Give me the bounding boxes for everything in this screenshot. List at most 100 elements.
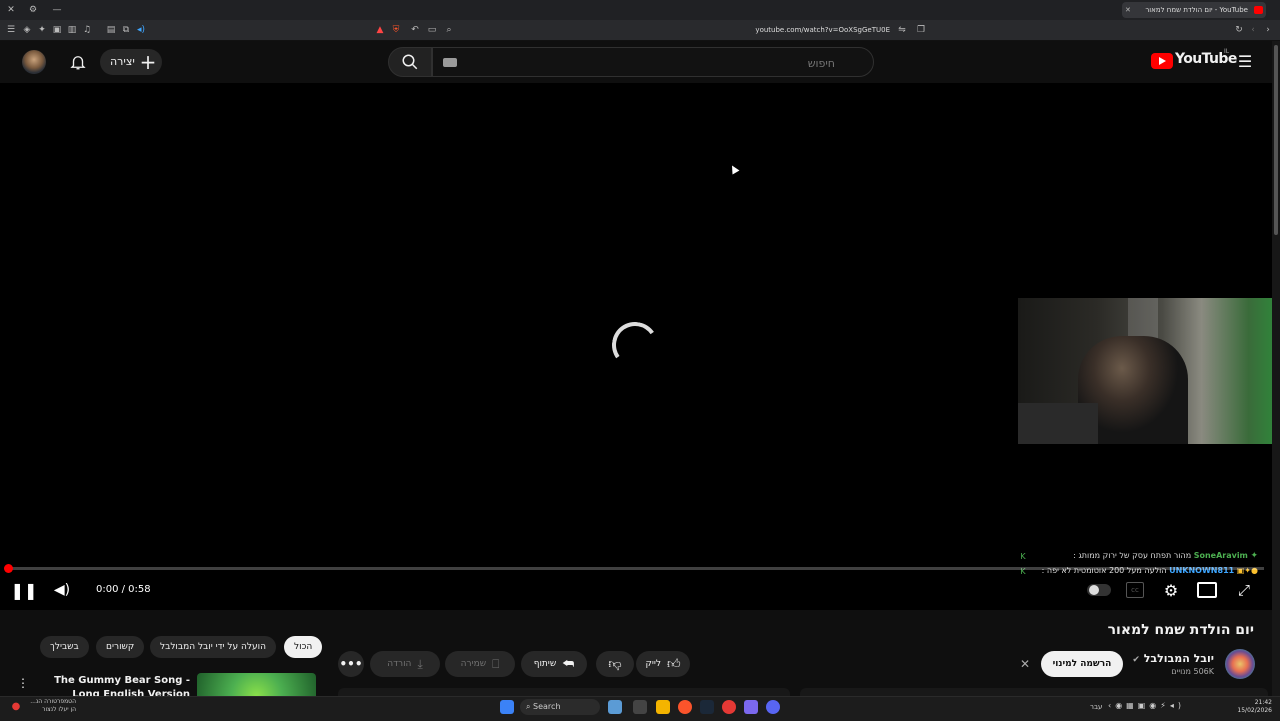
fullscreen-icon[interactable]: ⤢ <box>1234 580 1254 600</box>
taskbar-search-label: Search <box>533 702 561 711</box>
weather-alert-icon[interactable]: ● <box>10 699 22 713</box>
scrollbar-thumb[interactable] <box>1274 45 1278 235</box>
browser-address-bar: ☰ ◈ ✦ ▣ ▥ ♫ ▤ ⧉ ◂) ▲ ⛨ ↶ ▭ ⌕ youtube.com… <box>0 20 1280 41</box>
extensions-icon[interactable]: ✦ <box>35 23 49 37</box>
recommendation-title[interactable]: The Gummy Bear Song - Long English Versi… <box>40 674 190 696</box>
notifications-bell-icon[interactable] <box>66 50 90 74</box>
url-field[interactable]: youtube.com/watch?v=OoXSgGeTU0E <box>700 20 890 40</box>
scrubber-handle[interactable] <box>4 564 13 573</box>
more-vertical-icon[interactable]: ⋮ <box>16 675 30 691</box>
thumbs-down-icon: 👎︎ <box>608 656 622 672</box>
taskbar-search[interactable]: ⌕ Search <box>520 699 600 715</box>
filter-chip-for-you[interactable]: בשבילך <box>40 636 89 658</box>
notification-line1: הטמפרטורה הנ... <box>30 698 76 705</box>
language-indicator[interactable]: עבר <box>1090 703 1102 711</box>
clock-date: 15/02/2026 <box>1237 707 1272 714</box>
filter-chip-uploader[interactable]: הועלה על ידי יובל המבולבל <box>150 636 276 658</box>
app-icon[interactable] <box>744 700 758 714</box>
reload-icon[interactable]: ↻ <box>1232 23 1246 37</box>
save-button[interactable]: שמירה ⎕ <box>445 651 515 677</box>
theater-mode-icon[interactable] <box>1197 582 1217 598</box>
share-button[interactable]: שיתוף ⮪ <box>521 651 587 677</box>
search-icon <box>402 54 418 70</box>
undo-icon[interactable]: ↶ <box>408 23 422 37</box>
task-view-icon[interactable] <box>633 700 647 714</box>
like-button[interactable]: לייק 👍︎ <box>636 651 690 677</box>
more-actions-button[interactable]: ••• <box>338 651 364 677</box>
download-icon: ⤓ <box>417 656 423 671</box>
steam-icon[interactable] <box>700 700 714 714</box>
bookmark-icon[interactable]: ❐ <box>915 23 927 37</box>
filter-chip-related[interactable]: קשורים <box>96 636 145 658</box>
notification-text[interactable]: הטמפרטורה הנ... הן יעלו לנצור <box>24 698 76 714</box>
youtube-logo-icon[interactable] <box>1151 53 1173 69</box>
back-icon[interactable]: ‹ <box>1247 23 1259 37</box>
weather-icon[interactable] <box>608 700 622 714</box>
subtitles-icon[interactable]: cc <box>1126 582 1144 598</box>
discord-icon[interactable] <box>766 700 780 714</box>
tab-close-icon[interactable]: ✕ <box>1125 2 1131 18</box>
pause-icon[interactable]: ❚❚ <box>11 580 38 600</box>
file-explorer-icon[interactable] <box>656 700 670 714</box>
app-icon[interactable] <box>722 700 736 714</box>
filter-chip-all[interactable]: הכול <box>284 636 323 658</box>
video-title: יום הולדת שמח למאור <box>1107 622 1254 638</box>
guide-menu-icon[interactable]: ☰ <box>1236 52 1254 71</box>
clock-time: 21:42 <box>1254 699 1272 706</box>
brave-shield-icon[interactable]: ⛨ <box>390 23 402 37</box>
recommendation-thumbnail[interactable] <box>197 673 316 696</box>
close-window-icon[interactable]: ✕ <box>4 3 18 17</box>
search-button[interactable] <box>388 47 432 77</box>
avatar[interactable] <box>22 50 46 74</box>
music-icon[interactable]: ♫ <box>80 23 94 37</box>
download-button[interactable]: הורדה ⤓ <box>370 651 440 677</box>
windows-start-icon[interactable] <box>500 700 514 714</box>
sidebar-toggle-icon[interactable]: ⚙ <box>26 3 40 17</box>
search-input[interactable] <box>433 48 847 78</box>
progress-bar[interactable] <box>8 567 1264 570</box>
translate-icon[interactable]: ⇋ <box>896 23 908 37</box>
zoom-icon[interactable]: ⌕ <box>442 23 456 37</box>
channel-name-text: יובל המבולבל <box>1143 652 1214 665</box>
keyboard-icon[interactable] <box>443 58 457 67</box>
warning-icon[interactable]: ▲ <box>374 23 386 37</box>
country-code: IL <box>1224 48 1230 55</box>
chat-message: ✦ SoneAravim מהור תפתח עסק של ירוק ממותג… <box>1073 551 1258 561</box>
subscribe-button[interactable]: הרשמה למינוי <box>1041 651 1123 677</box>
dislike-button[interactable]: 👎︎ <box>596 651 634 677</box>
shield-icon[interactable]: ◈ <box>20 23 34 37</box>
screen-icon[interactable]: ▭ <box>425 23 439 37</box>
search-icon: ⌕ <box>526 702 531 711</box>
channel-name[interactable]: יובל המבולבל ✔ <box>1132 652 1214 665</box>
tab-title: יום הולדת שמח למאור - YouTube <box>1145 6 1248 14</box>
screenshot-icon[interactable]: ⧉ <box>119 23 133 37</box>
sidebar-icon[interactable]: ▥ <box>65 23 79 37</box>
share-icon: ⮪ <box>562 656 575 672</box>
forward-icon[interactable]: › <box>1262 23 1274 37</box>
active-tab[interactable]: ✕ יום הולדת שמח למאור - YouTube <box>1122 2 1266 18</box>
minimize-icon[interactable]: — <box>50 3 64 17</box>
channel-avatar[interactable] <box>1225 649 1255 679</box>
close-icon[interactable]: ✕ <box>1017 656 1033 672</box>
share-label: שיתוף <box>533 659 557 669</box>
menu-icon[interactable]: ☰ <box>4 23 18 37</box>
clock[interactable]: 21:42 15/02/2026 <box>1232 699 1272 715</box>
autoplay-toggle[interactable] <box>1087 584 1111 596</box>
pause-icon <box>1089 585 1099 595</box>
create-button[interactable]: יצירה + <box>100 49 162 75</box>
brave-browser-icon[interactable] <box>678 700 692 714</box>
tabs-icon[interactable]: ▣ <box>50 23 64 37</box>
bookmark-icon: ⎕ <box>492 656 500 671</box>
youtube-favicon-icon <box>1254 6 1263 14</box>
subscriber-count: 506K מנויים <box>1171 667 1214 676</box>
search-box <box>432 47 874 78</box>
settings-gear-icon[interactable]: ⚙ <box>1161 580 1181 600</box>
reader-icon[interactable]: ▤ <box>104 23 118 37</box>
tray-icons[interactable]: ‹◉▦▣◉⚡◂) <box>1108 701 1185 710</box>
like-label: לייק <box>645 659 661 669</box>
chat-text: מהור תפתח עסק של ירוק ממותג : <box>1073 551 1192 560</box>
volume-icon[interactable]: ◀) <box>52 580 72 600</box>
thumbs-up-icon: 👍︎ <box>666 656 681 672</box>
audio-playing-icon[interactable]: ◂) <box>134 23 148 37</box>
page-scrollbar[interactable] <box>1272 41 1280 696</box>
